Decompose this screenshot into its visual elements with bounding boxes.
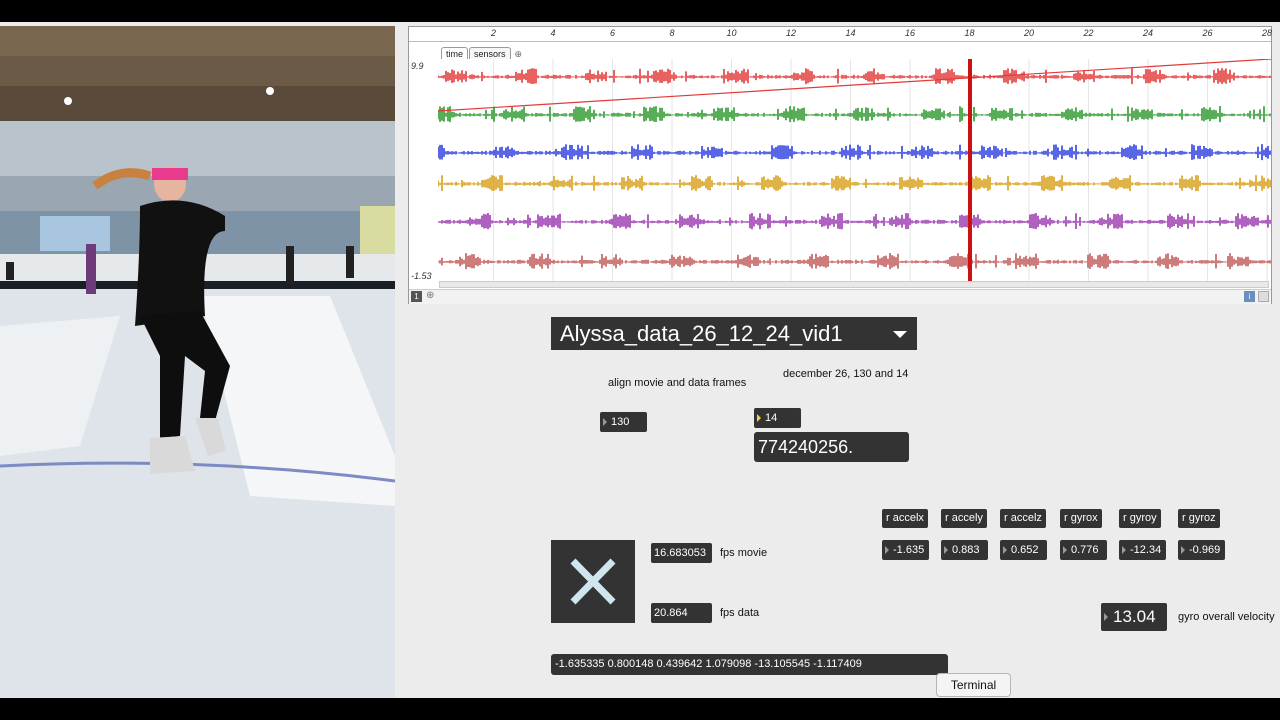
ruler-tick: 24 [1142,28,1154,38]
ruler-tick: 16 [904,28,916,38]
receive-object[interactable]: r accely [941,509,987,528]
ramp-line [437,58,1272,112]
receive-object[interactable]: r gyroz [1178,509,1220,528]
ruler-tick: 26 [1202,28,1213,38]
chevron-down-icon [893,331,907,338]
gyro-overall-number[interactable]: 13.04 [1101,603,1167,631]
grid-toggle-icon[interactable] [1258,291,1269,302]
ruler-tick: 4 [550,28,556,38]
sensor-trace [437,253,1271,270]
sensor-trace [437,106,1271,123]
y-max-label: 9.9 [411,61,424,71]
close-icon [570,558,616,605]
plot-footer: 1 ⊕ i [409,289,1271,304]
sensor-value: 0.883 [952,544,980,556]
offset-b-value: 14 [765,412,778,424]
ruler-tick: 20 [1023,28,1035,38]
footer-index[interactable]: 1 [411,291,422,302]
fps-data-number[interactable]: 20.864 [651,603,712,623]
triangle-icon [603,418,607,426]
triangle-icon [1003,546,1007,554]
sensor-value-number[interactable]: -0.969 [1178,540,1225,560]
offset-number-b[interactable]: 14 [754,408,801,428]
triangle-icon [757,414,761,422]
ruler-tick: 22 [1083,28,1094,38]
ruler-tick: 8 [669,28,675,38]
sensor-trace [437,68,1271,85]
sensor-value: -0.969 [1189,544,1221,556]
offset-a-value: 130 [611,416,630,428]
fps-movie-number[interactable]: 16.683053 [651,543,712,563]
date-comment: december 26, 130 and 14 [783,368,909,380]
triangle-icon [1104,613,1108,621]
sensor-value: 0.652 [1011,544,1039,556]
bottom-letterbox [0,698,1280,720]
timestamp-number[interactable]: 774240256. [754,432,909,462]
ruler-tick: 2 [490,28,497,38]
triangle-icon [944,546,948,554]
sensor-trace [437,213,1271,230]
dataset-menu[interactable]: Alyssa_data_26_12_24_vid1 [551,317,917,350]
receive-object[interactable]: r accelz [1000,509,1046,528]
movie-player [0,26,395,698]
triangle-icon [1181,546,1185,554]
top-letterbox [0,0,1280,22]
receive-object[interactable]: r gyroy [1119,509,1161,528]
sensor-value-number[interactable]: 0.883 [941,540,988,560]
time-ruler[interactable]: 2 4 6 8 10 12 14 16 18 20 22 24 26 28 [409,27,1273,42]
sensor-value: -12.34 [1130,544,1162,556]
sensor-value-number[interactable]: 0.652 [1000,540,1047,560]
plot-tab-bar: time sensors ⊕ [441,44,522,61]
receive-object[interactable]: r accelx [882,509,928,528]
fps-movie-label: fps movie [720,547,768,559]
info-icon[interactable]: i [1244,291,1255,302]
stop-button[interactable] [551,540,635,623]
sensor-value-number[interactable]: 0.776 [1060,540,1107,560]
ruler-tick: 10 [726,28,737,38]
ruler-tick: 18 [964,28,975,38]
align-comment: align movie and data frames [608,377,747,389]
sensor-trace [437,175,1271,192]
fps-data-label: fps data [720,607,760,619]
gyro-overall-label: gyro overall velocity [1178,611,1275,623]
offset-number-a[interactable]: 130 [600,412,647,432]
triangle-icon [1122,546,1126,554]
footer-add-icon[interactable]: ⊕ [426,290,434,301]
gyro-overall-value: 13.04 [1113,607,1156,626]
ruler-tick: 14 [845,28,856,38]
ruler-tick: 28 [1261,28,1273,38]
ruler-tick: 6 [609,28,616,38]
sensor-message[interactable]: -1.635335 0.800148 0.439642 1.079098 -13… [551,654,948,675]
playhead-cursor [968,59,972,281]
triangle-icon [885,546,889,554]
sensor-plot[interactable]: 2 4 6 8 10 12 14 16 18 20 22 24 26 28 time sensors ⊕ 9.… [408,26,1272,304]
sensor-value: -1.635 [893,544,925,556]
sensor-value-number[interactable]: -12.34 [1119,540,1166,560]
terminal-button[interactable]: Terminal [936,673,1011,697]
plot-area[interactable] [437,58,1272,281]
ruler-tick: 12 [785,28,797,38]
sensor-trace [437,144,1271,161]
horizontal-scrollbar[interactable] [439,281,1269,288]
receive-object[interactable]: r gyrox [1060,509,1102,528]
triangle-icon [1063,546,1067,554]
dataset-menu-value: Alyssa_data_26_12_24_vid1 [560,321,843,346]
y-min-label: -1.53 [411,271,432,281]
sensor-value: 0.776 [1071,544,1099,556]
fps-data-value: 20.864 [654,607,688,619]
fps-movie-value: 16.683053 [654,547,706,559]
sensor-value-number[interactable]: -1.635 [882,540,929,560]
